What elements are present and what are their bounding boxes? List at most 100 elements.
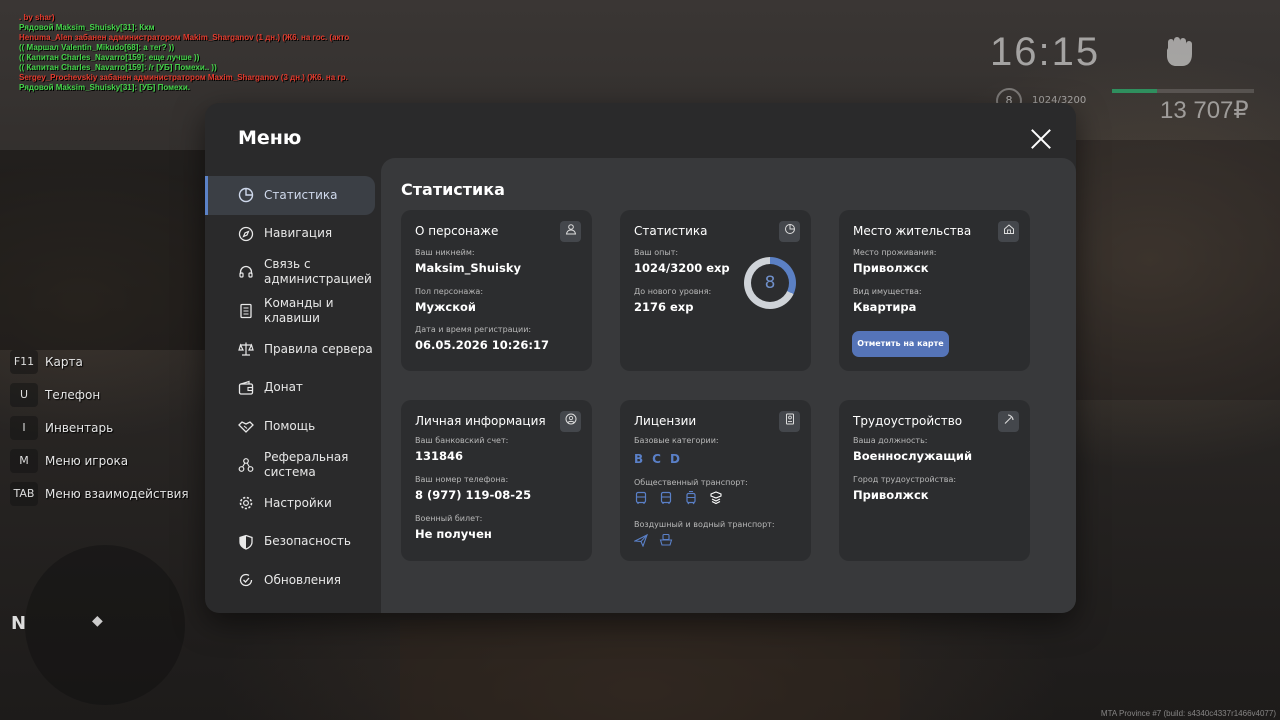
sidebar-item-admin-contact[interactable]: Связь с администрацией	[205, 253, 381, 292]
document-icon	[238, 303, 254, 319]
plane-icon	[632, 533, 648, 548]
chat-line: . by shar)	[19, 13, 55, 22]
sidebar-item-updates[interactable]: Обновления	[205, 561, 381, 600]
field-exp: Ваш опыт: 1024/3200 exp	[634, 248, 730, 275]
license-icon	[779, 411, 800, 432]
bus-icon	[659, 491, 673, 505]
wallet-icon	[238, 380, 254, 396]
field-label: Ваш никнейм:	[415, 248, 475, 257]
field-value: Военнослужащий	[853, 449, 973, 463]
chat-line: (( Маршал Valentin_Mikudo[68]: а тег? ))	[19, 43, 175, 52]
content-title: Статистика	[401, 180, 505, 199]
card-residence: Место жительства Место проживания: Привол…	[839, 210, 1030, 371]
bus-icon	[634, 491, 648, 505]
public-transport-icons	[634, 490, 723, 505]
sidebar-item-label: Реферальная система	[264, 449, 349, 479]
level-number: 8	[751, 264, 789, 302]
update-icon	[238, 572, 254, 588]
keybind-key: U	[10, 382, 38, 407]
chat-log: . by shar) Рядовой Maksim_Shuisky[31]: К…	[19, 13, 349, 93]
sidebar-item-label: Обновления	[264, 572, 342, 587]
field-label: Ваша должность:	[853, 436, 928, 445]
field-label: Военный билет:	[415, 514, 483, 523]
field-value: Мужской	[415, 300, 476, 314]
sidebar-item-referral[interactable]: Реферальная система	[205, 446, 381, 485]
fist-icon	[1160, 34, 1196, 74]
sidebar-item-label: Навигация	[264, 226, 333, 241]
profile-icon	[560, 411, 581, 432]
field-next-level: До нового уровня: 2176 exp	[634, 287, 711, 314]
field-value: Maksim_Shuisky	[415, 261, 521, 275]
minimap-north: N	[11, 613, 27, 634]
sidebar-item-navigation[interactable]: Навигация	[205, 215, 381, 254]
field-label: Дата и время регистрации:	[415, 325, 532, 334]
field-value: Не получен	[415, 527, 492, 541]
field-property: Вид имущества: Квартира	[853, 287, 922, 314]
referral-icon	[238, 457, 254, 473]
license-category: D	[669, 452, 680, 466]
field-place: Место проживания: Приволжск	[853, 248, 936, 275]
sidebar-item-label: Связь с администрацией	[264, 257, 372, 287]
keybind-key: TAB	[10, 481, 38, 506]
field-label: Вид имущества:	[853, 287, 922, 296]
sidebar-item-label: Правила сервера	[264, 341, 373, 356]
keybind-label: Телефон	[45, 387, 101, 402]
card-title: Место жительства	[853, 224, 972, 238]
field-label: Ваш банковский счет:	[415, 436, 509, 445]
keybind-interaction-menu: TAB Меню взаимодействия	[10, 477, 189, 510]
card-character: О персонаже Ваш никнейм: Maksim_Shuisky П…	[401, 210, 592, 371]
field-value: Приволжск	[853, 261, 929, 275]
keybind-label: Меню игрока	[45, 453, 129, 468]
sidebar-item-settings[interactable]: Настройки	[205, 484, 381, 523]
license-categories: B C D	[634, 452, 680, 466]
sidebar-item-label: Команды и клавиши	[264, 295, 334, 325]
card-licenses: Лицензии Базовые категории: B C D Общест…	[620, 400, 811, 561]
sidebar-item-label: Помощь	[264, 418, 316, 433]
compass-icon	[238, 226, 254, 242]
sidebar-item-security[interactable]: Безопасность	[205, 523, 381, 562]
field-military: Военный билет: Не получен	[415, 514, 492, 541]
field-air-water-transport: Воздушный и водный транспорт:	[634, 520, 775, 529]
gear-icon	[238, 495, 254, 511]
sidebar-item-commands[interactable]: Команды и клавиши	[205, 292, 381, 331]
field-value: 1024/3200 exp	[634, 261, 730, 275]
pie-chart-icon	[238, 187, 254, 203]
field-label: Воздушный и водный транспорт:	[634, 520, 775, 529]
mark-on-map-button[interactable]: Отметить на карте	[852, 331, 949, 357]
chat-line: (( Капитан Charles_Navarro[159]: /r [УБ]…	[19, 63, 217, 72]
player-arrow-icon: ◆	[92, 613, 103, 629]
field-label: Ваш номер телефона:	[415, 475, 509, 484]
hud-health-bar	[1112, 89, 1254, 93]
level-progress-ring: 8	[744, 257, 796, 309]
field-bank: Ваш банковский счет: 131846	[415, 436, 508, 463]
field-value: 131846	[415, 449, 464, 463]
field-value: 8 (977) 119-08-25	[415, 488, 532, 502]
sidebar-item-rules[interactable]: Правила сервера	[205, 330, 381, 369]
field-public-transport: Общественный транспорт:	[634, 478, 748, 487]
headset-icon	[238, 264, 254, 280]
keybind-label: Меню взаимодействия	[45, 486, 189, 501]
field-nickname: Ваш никнейм: Maksim_Shuisky	[415, 248, 521, 275]
card-title: Трудоустройство	[853, 414, 963, 428]
keybind-map: F11 Карта	[10, 345, 189, 378]
sidebar-item-statistics[interactable]: Статистика	[205, 176, 375, 215]
minimap	[25, 545, 185, 705]
close-button[interactable]	[1030, 128, 1052, 150]
pie-chart-icon	[779, 221, 800, 242]
menu-title: Меню	[238, 127, 302, 149]
keybind-phone: U Телефон	[10, 378, 189, 411]
hud-money: 13 707₽	[1160, 97, 1249, 124]
card-title: Статистика	[634, 224, 708, 238]
pickaxe-icon	[998, 411, 1019, 432]
field-phone: Ваш номер телефона: 8 (977) 119-08-25	[415, 475, 531, 502]
card-title: О персонаже	[415, 224, 499, 238]
field-base-categories: Базовые категории:	[634, 436, 719, 445]
background-block	[1076, 140, 1280, 400]
sidebar-item-donate[interactable]: Донат	[205, 369, 381, 408]
chat-line: Рядовой Maksim_Shuisky[31]: [УБ] Помехи.	[19, 83, 190, 92]
sidebar-item-help[interactable]: Помощь	[205, 407, 381, 446]
trolleybus-icon	[709, 491, 723, 505]
chat-line: Henuma_Alen забанен администратором Maki…	[19, 33, 349, 42]
background-block	[0, 150, 205, 350]
sidebar-item-label: Донат	[264, 380, 303, 395]
